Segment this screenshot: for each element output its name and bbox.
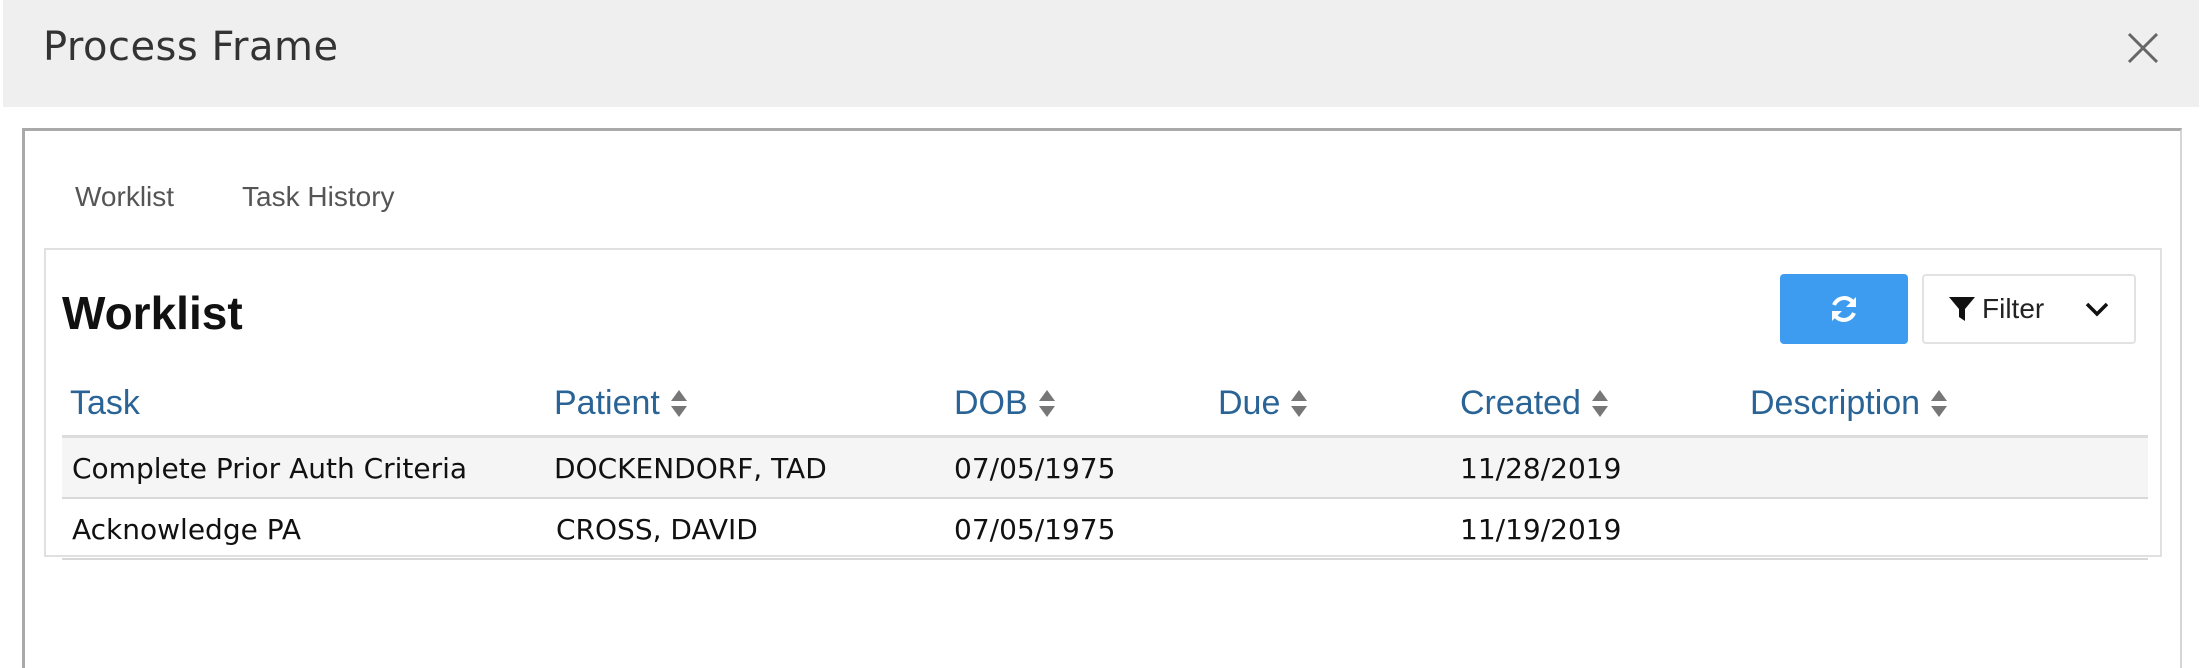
- panel-title: Worklist: [62, 287, 243, 339]
- column-header-task[interactable]: Task: [70, 384, 140, 423]
- cell-created: 11/28/2019: [1460, 452, 1622, 485]
- column-header-dob[interactable]: DOB: [954, 384, 1056, 423]
- column-header-description[interactable]: Description: [1750, 384, 1948, 423]
- filter-dropdown-button[interactable]: Filter: [1922, 274, 2136, 344]
- refresh-button[interactable]: [1780, 274, 1908, 344]
- window-titlebar: Process Frame: [3, 0, 2199, 107]
- column-header-patient[interactable]: Patient: [554, 384, 688, 423]
- sort-icon: [1591, 389, 1608, 417]
- column-header-due[interactable]: Due: [1218, 384, 1308, 423]
- filter-label: Filter: [1982, 293, 2045, 324]
- cell-task: Acknowledge PA: [72, 513, 301, 546]
- sort-icon: [1931, 389, 1948, 417]
- refresh-icon: [1832, 296, 1856, 322]
- funnel-icon: [1949, 297, 1975, 321]
- cell-dob: 07/05/1975: [954, 452, 1116, 485]
- tab-worklist[interactable]: Worklist: [75, 181, 174, 221]
- table-row[interactable]: Acknowledge PA CROSS, DAVID 07/05/1975 1…: [62, 499, 2148, 560]
- sort-icon: [1291, 389, 1308, 417]
- close-icon[interactable]: [2123, 28, 2163, 68]
- cell-dob: 07/05/1975: [954, 513, 1116, 546]
- worklist-table: Task Patient DOB Due Created Description…: [62, 378, 2148, 560]
- tab-task-history[interactable]: Task History: [242, 181, 394, 221]
- column-header-created[interactable]: Created: [1460, 384, 1609, 423]
- sort-icon: [1038, 389, 1055, 417]
- cell-patient: CROSS, DAVID: [556, 513, 758, 546]
- cell-task: Complete Prior Auth Criteria: [72, 452, 468, 485]
- table-row[interactable]: Complete Prior Auth Criteria DOCKENDORF,…: [62, 438, 2148, 499]
- sort-icon: [670, 389, 687, 417]
- tab-bar: Worklist Task History: [75, 181, 395, 221]
- window-title: Process Frame: [43, 24, 339, 70]
- cell-patient: DOCKENDORF, TAD: [554, 452, 827, 485]
- worklist-panel: Worklist Filter Task Patient DOB Due Cre…: [44, 248, 2162, 560]
- table-header: Task Patient DOB Due Created Description: [62, 378, 2148, 438]
- cell-created: 11/19/2019: [1460, 513, 1622, 546]
- chevron-down-icon: [2085, 302, 2109, 317]
- process-frame: Worklist Task History Worklist Filter Ta…: [22, 128, 2182, 668]
